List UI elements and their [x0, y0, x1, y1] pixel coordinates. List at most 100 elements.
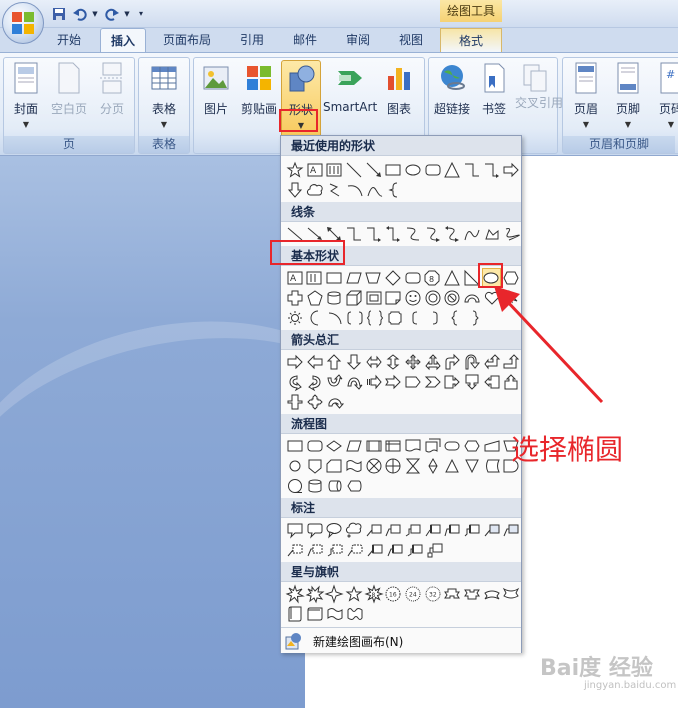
header-button[interactable]: 页眉 ▼ — [566, 60, 606, 136]
left-block-arrow-icon[interactable] — [305, 352, 325, 372]
elbow-connector-icon[interactable] — [344, 224, 364, 244]
line-callout-16-icon[interactable] — [425, 540, 445, 560]
line-shape-icon[interactable] — [344, 160, 364, 180]
scribble-icon[interactable] — [501, 224, 521, 244]
right-block-arrow-icon[interactable] — [285, 352, 305, 372]
line-callout-7-icon[interactable] — [482, 520, 502, 540]
redo-dropdown-icon[interactable]: ▼ — [122, 5, 132, 22]
tab-insert[interactable]: 插入 — [100, 28, 146, 52]
cross-reference-button[interactable]: 交叉引用 — [515, 60, 563, 136]
new-drawing-canvas-item[interactable]: 新建绘图画布(N) — [281, 627, 521, 653]
left-bracket-icon[interactable] — [405, 308, 425, 328]
flowchart-punched-tape-icon[interactable] — [344, 456, 364, 476]
page-break-button[interactable]: 分页 — [92, 60, 132, 136]
rectangle-icon[interactable] — [324, 268, 344, 288]
rounded-rectangle-shape-icon[interactable] — [423, 160, 443, 180]
line-callout-3-icon[interactable] — [403, 520, 423, 540]
flowchart-stored-data-icon[interactable] — [482, 456, 502, 476]
arc-icon[interactable] — [325, 308, 345, 328]
flowchart-direct-access-storage-icon[interactable] — [325, 476, 345, 496]
circular-arrow-icon[interactable] — [325, 392, 345, 412]
undo-icon[interactable] — [71, 5, 89, 22]
left-right-arrow-icon[interactable] — [364, 352, 384, 372]
curved-right-arrow-icon[interactable] — [285, 372, 305, 392]
footer-button[interactable]: 页脚 ▼ — [608, 60, 648, 136]
save-icon[interactable] — [50, 5, 68, 22]
vertical-textbox-shape-icon[interactable] — [324, 160, 344, 180]
parallelogram-icon[interactable] — [344, 268, 364, 288]
flowchart-collate-icon[interactable] — [403, 456, 423, 476]
page-number-button[interactable]: # 页码 ▼ — [651, 60, 678, 136]
flowchart-connector-icon[interactable] — [285, 456, 305, 476]
tab-page-layout[interactable]: 页面布局 — [156, 28, 218, 52]
star-shape-icon[interactable] — [285, 160, 305, 180]
line-callout-12-icon[interactable] — [345, 540, 365, 560]
left-brace-icon[interactable] — [445, 308, 465, 328]
left-brace-shape-icon[interactable] — [385, 180, 405, 200]
elbow-double-arrow-connector-icon[interactable] — [383, 224, 403, 244]
line-callout-4-icon[interactable] — [423, 520, 443, 540]
line-callout-6-icon[interactable] — [462, 520, 482, 540]
moon-icon[interactable] — [305, 308, 325, 328]
double-bracket-icon[interactable] — [345, 308, 365, 328]
line-callout-8-icon[interactable] — [501, 520, 521, 540]
elbow-arrow-connector-shape-icon[interactable] — [482, 160, 502, 180]
freeform-shape-icon[interactable] — [325, 180, 345, 200]
flowchart-merge-icon[interactable] — [462, 456, 482, 476]
freeform-icon[interactable] — [482, 224, 502, 244]
curved-up-arrow-icon[interactable] — [324, 372, 344, 392]
rectangle-shape-icon[interactable] — [383, 160, 403, 180]
block-arc-icon[interactable] — [462, 288, 482, 308]
line-callout-2-icon[interactable] — [383, 520, 403, 540]
curve-icon[interactable] — [462, 224, 482, 244]
down-arrow-callout-icon[interactable] — [462, 372, 482, 392]
flowchart-process-icon[interactable] — [285, 436, 305, 456]
isosceles-triangle-icon[interactable] — [442, 268, 462, 288]
line-callout-11-icon[interactable] — [325, 540, 345, 560]
picture-button[interactable]: 图片 — [196, 60, 236, 136]
cloud-shape-icon[interactable] — [305, 180, 325, 200]
32-point-star-icon[interactable]: 32 — [423, 584, 443, 604]
elbow-arrow-connector-icon[interactable] — [364, 224, 384, 244]
down-ribbon-icon[interactable] — [462, 584, 482, 604]
line-callout-13-icon[interactable] — [365, 540, 385, 560]
blank-page-button[interactable]: 空白页 — [49, 60, 89, 136]
elbow-connector-shape-icon[interactable] — [462, 160, 482, 180]
cross-icon[interactable] — [285, 288, 305, 308]
bookmark-button[interactable]: 书签 — [474, 60, 514, 136]
down-block-arrow-icon[interactable] — [344, 352, 364, 372]
clipart-button[interactable]: 剪贴画 — [237, 60, 281, 136]
curved-down-arrow-icon[interactable] — [344, 372, 364, 392]
line-callout-10-icon[interactable] — [305, 540, 325, 560]
curved-left-arrow-icon[interactable] — [305, 372, 325, 392]
flowchart-summing-junction-icon[interactable] — [364, 456, 384, 476]
chart-button[interactable]: 图表 — [379, 60, 419, 136]
can-icon[interactable] — [324, 288, 344, 308]
curved-double-arrow-connector-icon[interactable] — [442, 224, 462, 244]
flowchart-manual-input-icon[interactable] — [482, 436, 502, 456]
quad-arrow-callout-icon[interactable] — [305, 392, 325, 412]
line-callout-9-icon[interactable] — [285, 540, 305, 560]
smiley-face-icon[interactable] — [403, 288, 423, 308]
line-callout-5-icon[interactable] — [442, 520, 462, 540]
left-right-up-arrow-icon[interactable] — [423, 352, 443, 372]
diamond-icon[interactable] — [383, 268, 403, 288]
tab-review[interactable]: 审阅 — [336, 28, 380, 52]
chevron-icon[interactable] — [423, 372, 443, 392]
flowchart-sequential-access-icon[interactable] — [285, 476, 305, 496]
notched-right-arrow-icon[interactable] — [383, 372, 403, 392]
flowchart-predefined-process-icon[interactable] — [364, 436, 384, 456]
curve-shape-icon[interactable] — [345, 180, 365, 200]
flowchart-magnetic-disk-icon[interactable] — [305, 476, 325, 496]
line-callout-15-icon[interactable] — [405, 540, 425, 560]
oval-shape-icon[interactable] — [403, 160, 423, 180]
pentagon-arrow-icon[interactable] — [403, 372, 423, 392]
24-point-star-icon[interactable]: 24 — [403, 584, 423, 604]
flowchart-multidocument-icon[interactable] — [423, 436, 443, 456]
tab-mailings[interactable]: 邮件 — [283, 28, 327, 52]
striped-right-arrow-icon[interactable] — [364, 372, 384, 392]
flowchart-terminator-icon[interactable] — [442, 436, 462, 456]
donut-icon[interactable] — [423, 288, 443, 308]
textbox-shape-icon[interactable]: A — [305, 160, 325, 180]
customize-toolbar-icon[interactable]: ▾ — [136, 5, 146, 22]
